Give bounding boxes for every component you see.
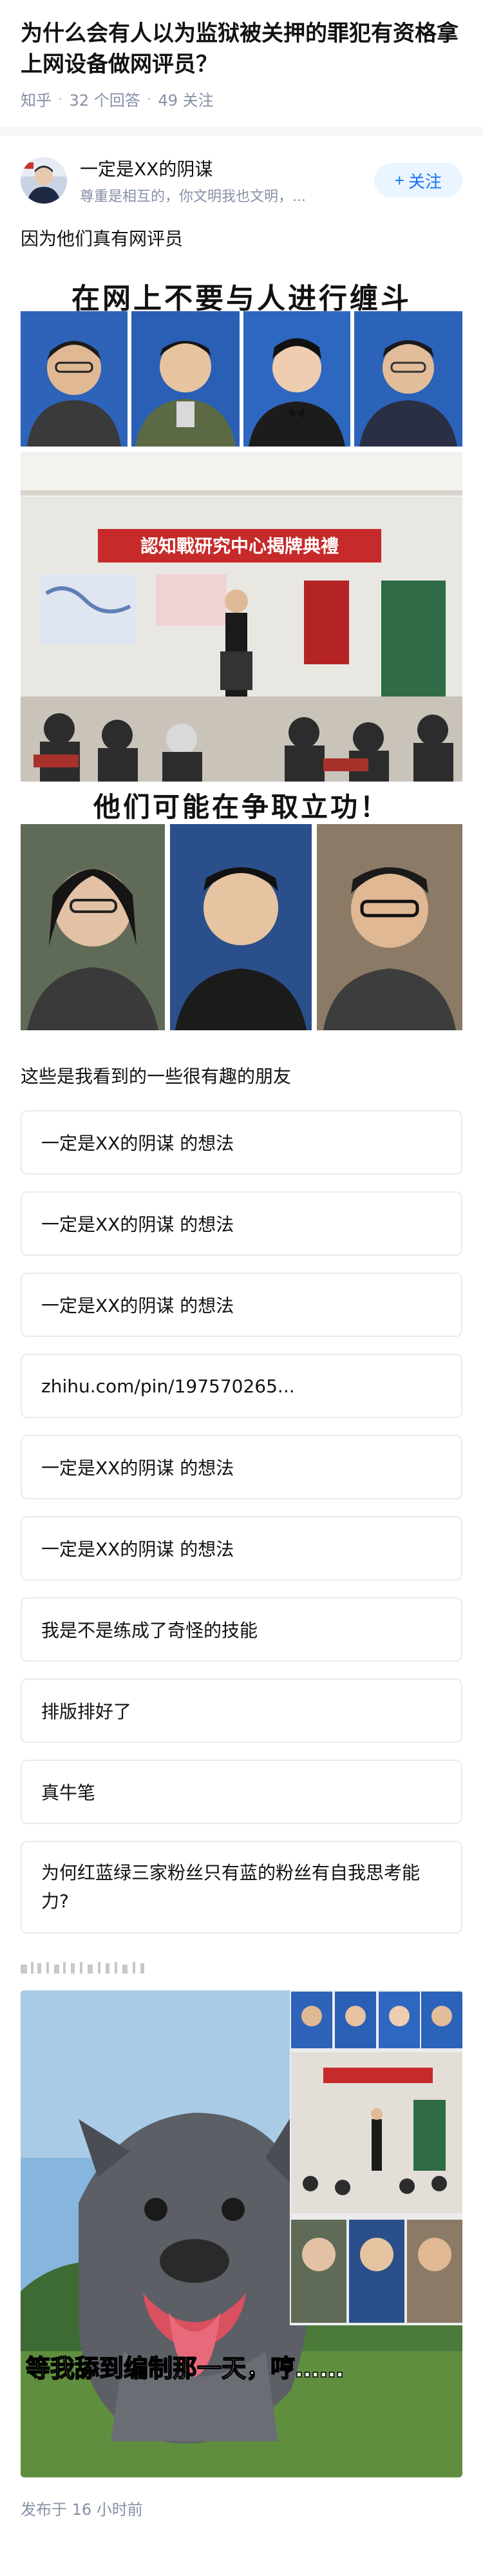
follower-count: 49 关注 bbox=[158, 91, 214, 110]
link-card[interactable]: 一定是XX的阴谋 的想法 bbox=[21, 1516, 462, 1581]
link-card[interactable]: 一定是XX的阴谋 的想法 bbox=[21, 1110, 462, 1175]
avatar[interactable] bbox=[21, 157, 67, 204]
ceremony-photo: 認知戰研究中心揭牌典禮 bbox=[21, 452, 462, 782]
ceremony-sign-text: 認知戰研究中心揭牌典禮 bbox=[140, 535, 339, 557]
meme-bottom-caption: 他们可能在争取立功！ bbox=[93, 791, 390, 823]
link-card[interactable]: 一定是XX的阴谋 的想法 bbox=[21, 1435, 462, 1499]
plus-icon: + bbox=[394, 170, 404, 190]
answer-count[interactable]: 32 个回答 bbox=[70, 88, 140, 110]
link-card[interactable]: 一定是XX的阴谋 的想法 bbox=[21, 1273, 462, 1337]
portrait-photo bbox=[243, 311, 350, 447]
link-card[interactable]: 真牛笔 bbox=[21, 1760, 462, 1824]
author-name[interactable]: 一定是XX的阴谋 bbox=[80, 155, 374, 181]
question-meta: 知乎 · 32 个回答 · 49 关注 bbox=[21, 88, 462, 110]
link-card[interactable]: 排版排好了 bbox=[21, 1678, 462, 1743]
meme-image-dog[interactable]: 等我舔到编制那一天，哼…… bbox=[21, 1990, 462, 2477]
author-bio: 尊重是相互的，你文明我也文明，... bbox=[80, 189, 306, 205]
portrait-photo bbox=[21, 311, 128, 447]
question-title[interactable]: 为什么会有人以为监狱被关押的罪犯有资格拿上网设备做网评员？ bbox=[21, 18, 462, 80]
meme-image-cognitive-war[interactable]: 在网上不要与人进行缠斗 認知戰研究中心揭牌典禮 他们可能在争取立功！ bbox=[21, 270, 462, 1037]
link-card[interactable]: zhihu.com/pin/197570265... bbox=[21, 1354, 462, 1418]
follow-label: 关注 bbox=[408, 171, 442, 191]
section-divider bbox=[0, 127, 483, 136]
portrait-photo bbox=[354, 311, 462, 447]
placeholder-text-line bbox=[21, 1956, 462, 1979]
meta-separator: · bbox=[58, 90, 63, 108]
portrait-photo bbox=[170, 824, 312, 1030]
author-row: 一定是XX的阴谋 尊重是相互的，你文明我也文明，... + 关注 bbox=[21, 155, 462, 206]
answer-intro: 因为他们真有网评员 bbox=[21, 228, 184, 249]
meme-top-caption: 在网上不要与人进行缠斗 bbox=[71, 282, 412, 315]
follow-button[interactable]: + 关注 bbox=[374, 163, 462, 198]
answer-page: 为什么会有人以为监狱被关押的罪犯有资格拿上网设备做网评员？ 知乎 · 32 个回… bbox=[0, 18, 483, 2519]
portrait-photo bbox=[21, 824, 165, 1030]
link-card[interactable]: 一定是XX的阴谋 的想法 bbox=[21, 1191, 462, 1256]
link-card[interactable]: 为何红蓝绿三家粉丝只有蓝的粉丝有自我思考能力? bbox=[21, 1841, 462, 1934]
source-label: 知乎 bbox=[21, 91, 52, 110]
portrait-photo bbox=[131, 311, 240, 447]
meme-dog-caption: 等我舔到编制那一天，哼…… bbox=[26, 2354, 344, 2383]
link-card[interactable]: 我是不是练成了奇怪的技能 bbox=[21, 1597, 462, 1662]
portrait-photo bbox=[317, 824, 462, 1030]
meta-separator: · bbox=[146, 90, 152, 108]
publish-time: 发布于 16 小时前 bbox=[21, 2501, 143, 2519]
list-intro: 这些是我看到的一些很有趣的朋友 bbox=[21, 1066, 292, 1087]
